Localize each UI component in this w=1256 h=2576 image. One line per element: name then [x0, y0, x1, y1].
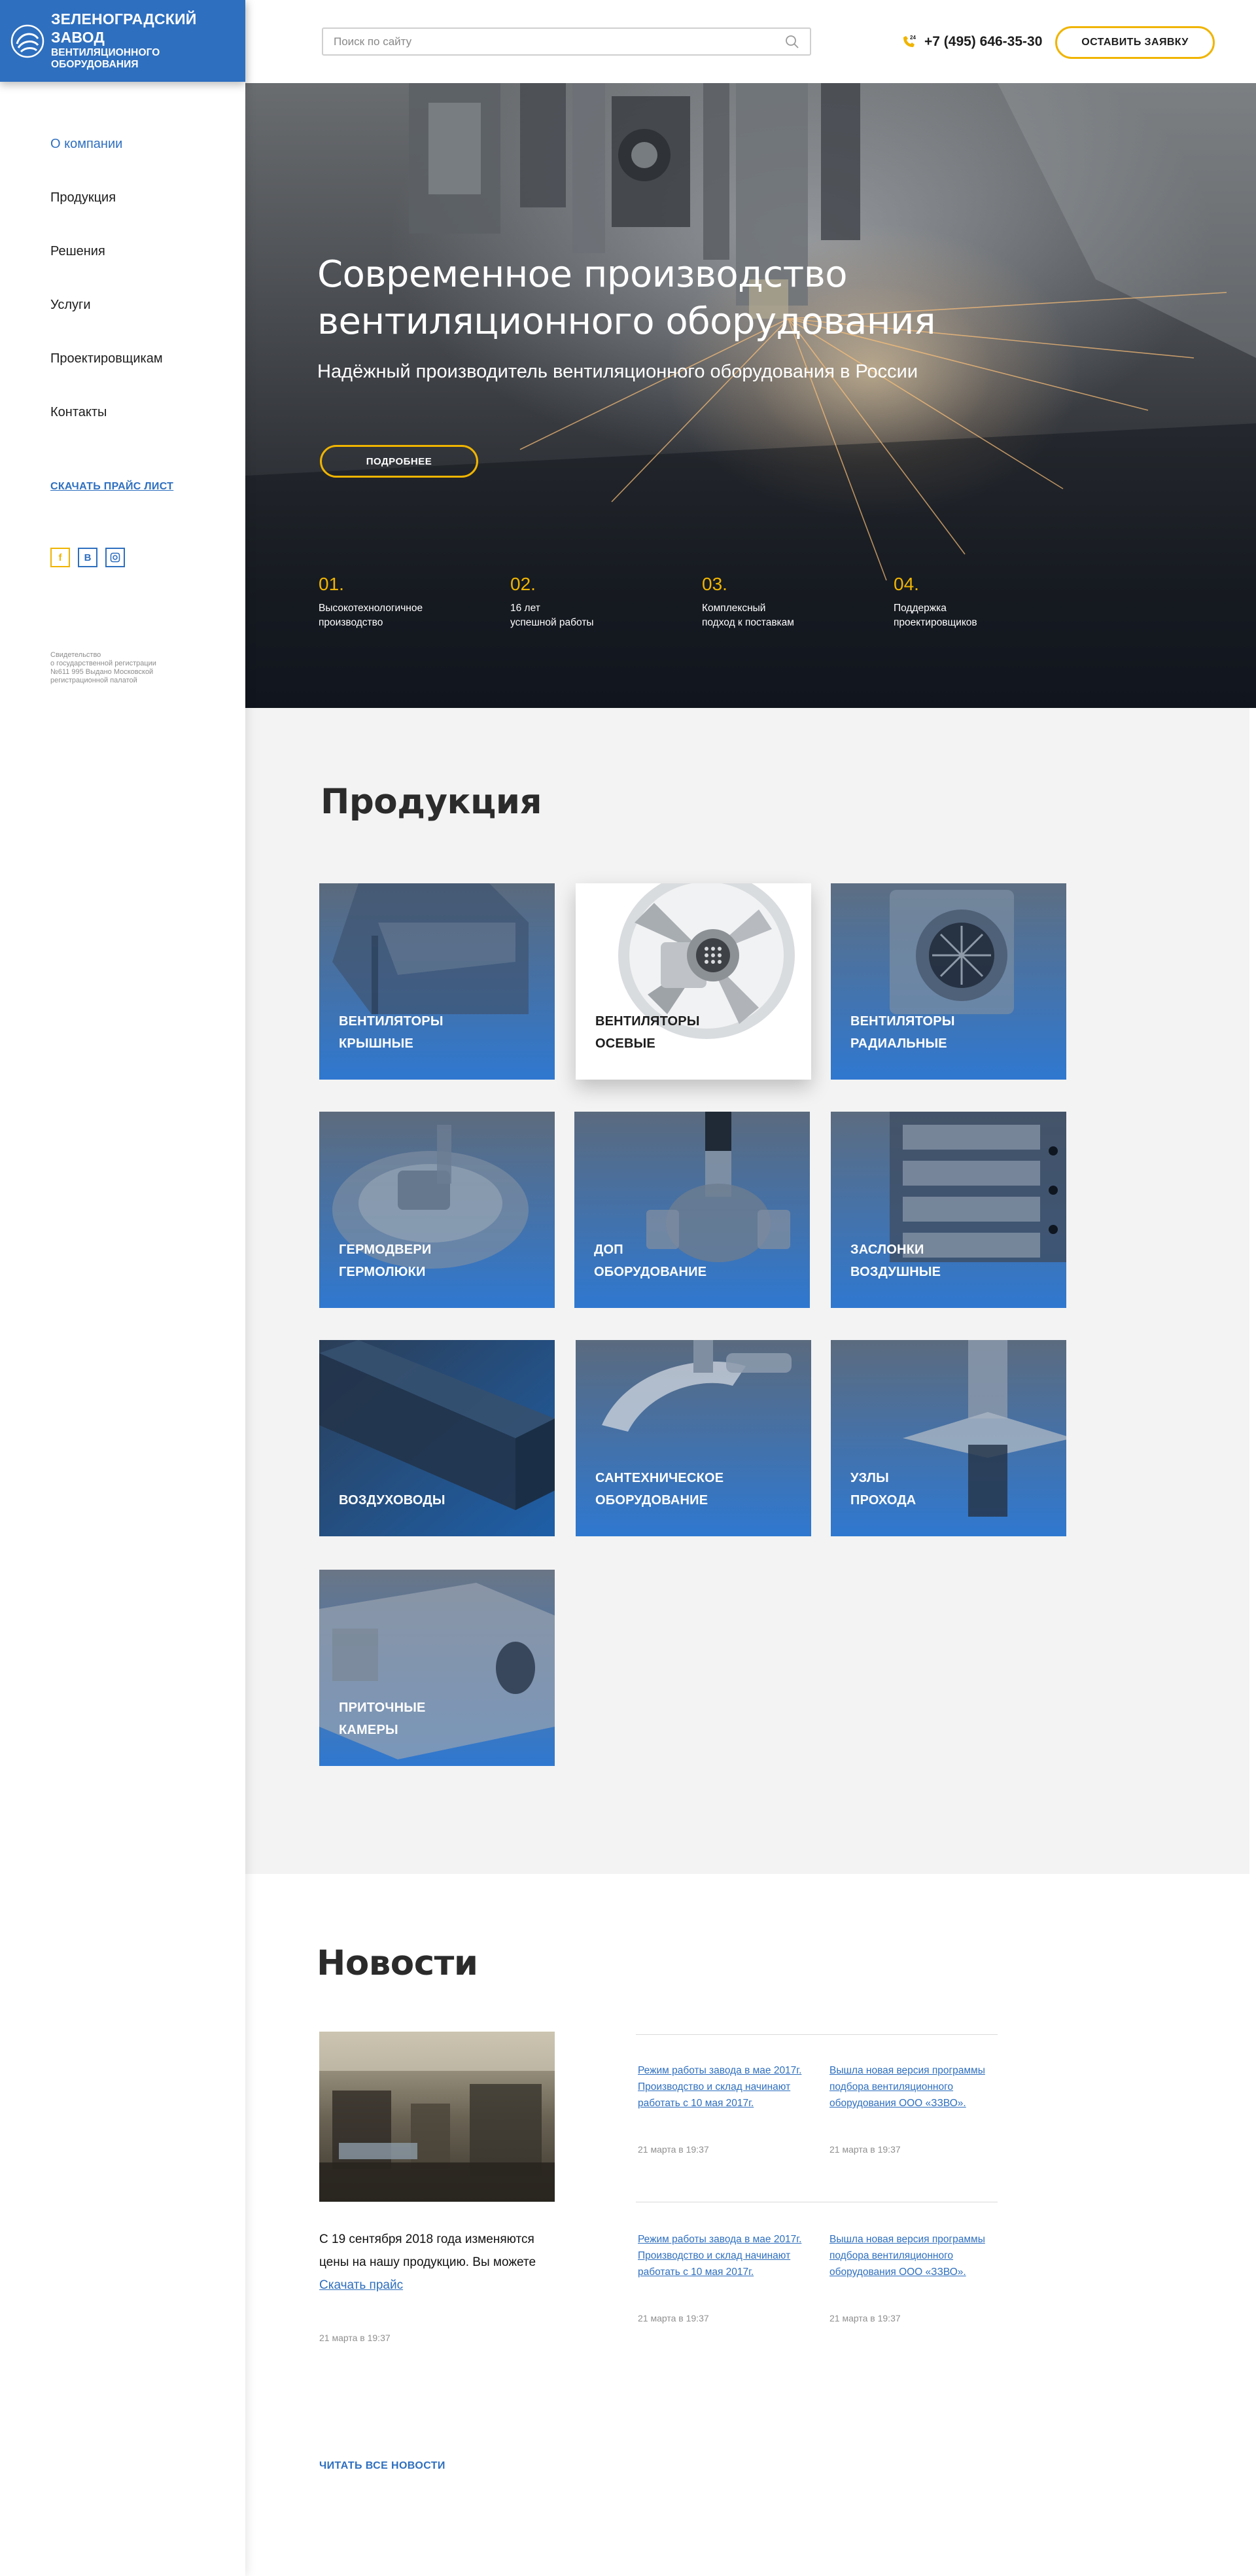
product-card-label: УЗЛЫ ПРОХОДА	[850, 1471, 916, 1508]
registration-certificate: Свидетельство о государственной регистра…	[50, 651, 156, 684]
news-item-title[interactable]: Режим работы завода в мае 2017г. Произво…	[638, 2231, 808, 2280]
product-card-label: ВЕНТИЛЯТОРЫ ОСЕВЫЕ	[595, 1014, 700, 1051]
nav-item-designers[interactable]: Проектировщикам	[50, 349, 163, 402]
social-links: f B	[50, 548, 125, 567]
phone-24-icon: 24	[903, 35, 916, 47]
sidebar: ЗЕЛЕНОГРАДСКИЙ ЗАВОД ВЕНТИЛЯЦИОННОГО ОБО…	[0, 0, 245, 2576]
products-title: Продукция	[321, 782, 542, 822]
product-card-plumbing[interactable]: САНТЕХНИЧЕСКОЕ ОБОРУДОВАНИЕ	[576, 1340, 811, 1536]
product-card-roof-fans[interactable]: ВЕНТИЛЯТОРЫ КРЫШНЫЕ	[319, 883, 555, 1080]
search-input[interactable]	[334, 35, 785, 48]
news-item-date: 21 марта в 19:37	[829, 2313, 901, 2323]
leave-request-button[interactable]: ОСТАВИТЬ ЗАЯВКУ	[1055, 26, 1215, 59]
news-item: Вышла новая версия программы подбора вен…	[829, 2062, 1000, 2155]
news-title: Новости	[317, 1943, 478, 1983]
main-nav: О компании Продукция Решения Услуги Прое…	[50, 134, 163, 456]
product-card-extra-equipment[interactable]: ДОП ОБОРУДОВАНИЕ	[574, 1112, 810, 1308]
instagram-glyph	[110, 552, 120, 563]
feature-text: Поддержка проектировщиков	[894, 603, 977, 628]
instagram-icon[interactable]	[105, 548, 125, 567]
factory-photo-image	[319, 2032, 555, 2202]
feature-item: 02. 16 лет успешной работы	[510, 573, 702, 630]
hero-title: Современное производство вентиляционного…	[317, 253, 936, 343]
product-card-label: ВЕНТИЛЯТОРЫ РАДИАЛЬНЫЕ	[850, 1014, 955, 1051]
product-card-air-dampers[interactable]: ЗАСЛОНКИ ВОЗДУШНЫЕ	[831, 1112, 1066, 1308]
product-card-hermetic-doors[interactable]: ГЕРМОДВЕРИ ГЕРМОЛЮКИ	[319, 1112, 555, 1308]
nav-item-products[interactable]: Продукция	[50, 188, 163, 241]
download-price-link[interactable]: СКАЧАТЬ ПРАЙС ЛИСТ	[50, 481, 173, 493]
news-photo[interactable]	[319, 2032, 555, 2202]
feature-number: 03.	[702, 574, 727, 594]
product-card-label: ВЕНТИЛЯТОРЫ КРЫШНЫЕ	[339, 1014, 444, 1051]
feature-item: 01. Высокотехнологичное производство	[319, 573, 510, 630]
product-card-label: ДОП ОБОРУДОВАНИЕ	[594, 1243, 707, 1279]
product-card-air-ducts[interactable]: ВОЗДУХОВОДЫ	[319, 1340, 555, 1536]
site-logo[interactable]: ЗЕЛЕНОГРАДСКИЙ ЗАВОД ВЕНТИЛЯЦИОННОГО ОБО…	[0, 0, 245, 82]
download-price-news-link[interactable]: Скачать прайс	[319, 2278, 403, 2292]
product-card-radial-fans[interactable]: ВЕНТИЛЯТОРЫ РАДИАЛЬНЫЕ	[831, 883, 1066, 1080]
logo-line-2: ВЕНТИЛЯЦИОННОГО ОБОРУДОВАНИЯ	[51, 46, 160, 71]
products-grid: ВЕНТИЛЯТОРЫ КРЫШНЫЕ ВЕНТИЛЯТОРЫ ОСЕВЫЕ В…	[319, 883, 1066, 1799]
more-button[interactable]: ПОДРОБНЕЕ	[320, 445, 478, 478]
vk-icon[interactable]: B	[78, 548, 97, 567]
search-icon[interactable]	[785, 35, 799, 49]
news-item-title[interactable]: Режим работы завода в мае 2017г. Произво…	[638, 2062, 808, 2111]
news-item-title[interactable]: Вышла новая версия программы подбора вен…	[829, 2062, 1000, 2111]
search-box[interactable]	[322, 27, 811, 56]
nav-item-about[interactable]: О компании	[50, 134, 163, 188]
product-card-label: ПРИТОЧНЫЕ КАМЕРЫ	[339, 1701, 426, 1737]
nav-item-solutions[interactable]: Решения	[50, 241, 163, 295]
news-item-date: 21 марта в 19:37	[638, 2313, 709, 2323]
logo-line-1: ЗЕЛЕНОГРАДСКИЙ ЗАВОД	[51, 10, 197, 46]
product-card-label: САНТЕХНИЧЕСКОЕ ОБОРУДОВАНИЕ	[595, 1471, 724, 1508]
news-divider	[636, 2034, 998, 2035]
feature-number: 04.	[894, 574, 919, 594]
phone-number[interactable]: +7 (495) 646-35-30	[924, 34, 1042, 50]
product-card-label: ЗАСЛОНКИ ВОЗДУШНЫЕ	[850, 1243, 941, 1279]
news-item: Вышла новая версия программы подбора вен…	[829, 2231, 1000, 2323]
product-card-axial-fans[interactable]: ВЕНТИЛЯТОРЫ ОСЕВЫЕ	[576, 883, 811, 1080]
news-main-text: С 19 сентября 2018 года изменяются цены …	[319, 2228, 561, 2297]
news-item-title[interactable]: Вышла новая версия программы подбора вен…	[829, 2231, 1000, 2280]
phone-contact[interactable]: 24 +7 (495) 646-35-30	[899, 33, 1042, 51]
hero-features: 01. Высокотехнологичное производство 02.…	[319, 573, 1085, 630]
feature-number: 01.	[319, 574, 344, 594]
read-all-news-link[interactable]: ЧИТАТЬ ВСЕ НОВОСТИ	[319, 2460, 445, 2472]
product-card-passage-units[interactable]: УЗЛЫ ПРОХОДА	[831, 1340, 1066, 1536]
feature-item: 04. Поддержка проектировщиков	[894, 573, 1085, 630]
feature-item: 03. Комплексный подход к поставкам	[702, 573, 894, 630]
news-item: Режим работы завода в мае 2017г. Произво…	[638, 2062, 808, 2155]
feature-text: Комплексный подход к поставкам	[702, 603, 794, 628]
feature-text: Высокотехнологичное производство	[319, 603, 423, 628]
products-section: Продукция ВЕНТИЛЯТОРЫ КРЫШНЫЕ ВЕНТИЛЯТОР…	[245, 708, 1249, 1874]
logo-text: ЗЕЛЕНОГРАДСКИЙ ЗАВОД ВЕНТИЛЯЦИОННОГО ОБО…	[51, 10, 245, 71]
logo-swirl-icon	[10, 24, 44, 58]
feature-number: 02.	[510, 574, 536, 594]
hero-banner: Современное производство вентиляционного…	[245, 83, 1256, 708]
nav-item-services[interactable]: Услуги	[50, 295, 163, 349]
news-main-date: 21 марта в 19:37	[319, 2333, 391, 2343]
facebook-icon[interactable]: f	[50, 548, 70, 567]
product-card-label: ВОЗДУХОВОДЫ	[339, 1493, 445, 1508]
news-item-date: 21 марта в 19:37	[638, 2144, 709, 2155]
nav-item-contacts[interactable]: Контакты	[50, 402, 163, 456]
svg-text:24: 24	[910, 35, 916, 41]
product-card-label: ГЕРМОДВЕРИ ГЕРМОЛЮКИ	[339, 1243, 432, 1279]
feature-text: 16 лет успешной работы	[510, 603, 594, 628]
news-item: Режим работы завода в мае 2017г. Произво…	[638, 2231, 808, 2323]
product-card-supply-chambers[interactable]: ПРИТОЧНЫЕ КАМЕРЫ	[319, 1570, 555, 1766]
news-item-date: 21 марта в 19:37	[829, 2144, 901, 2155]
news-main-body: С 19 сентября 2018 года изменяются цены …	[319, 2232, 536, 2269]
hero-subtitle: Надёжный производитель вентиляционного о…	[317, 361, 918, 382]
header: 24 +7 (495) 646-35-30 ОСТАВИТЬ ЗАЯВКУ	[245, 0, 1256, 83]
